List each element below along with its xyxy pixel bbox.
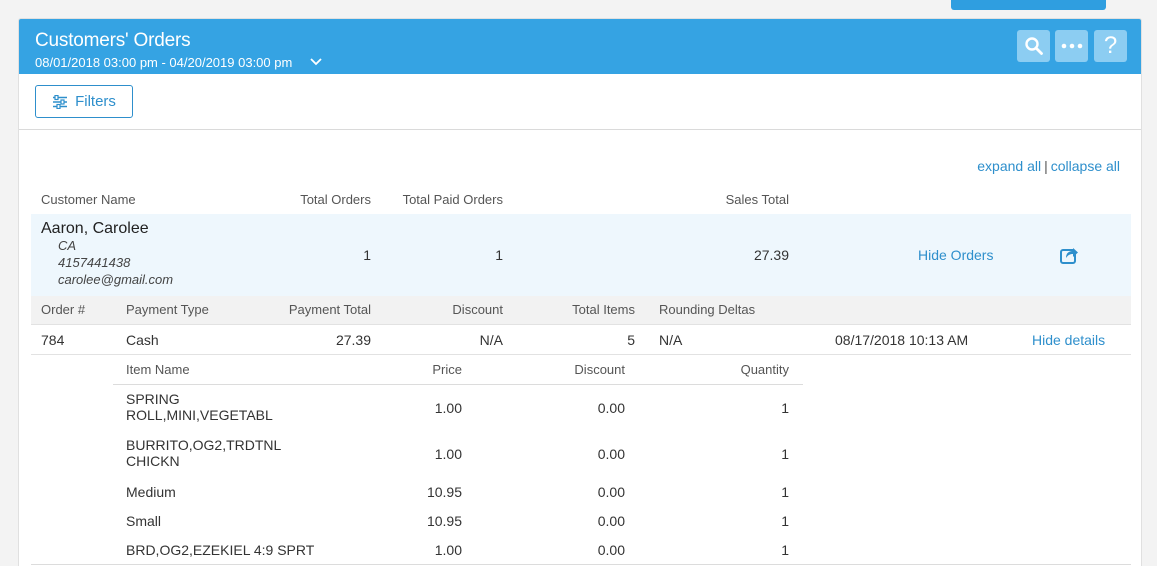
item-price: 1.00: [434, 446, 462, 462]
customers-orders-panel: Customers' Orders 08/01/2018 03:00 pm - …: [18, 18, 1142, 566]
order-payment-type: Cash: [126, 332, 159, 348]
col-total-items[interactable]: Total Items: [572, 302, 635, 317]
customer-total-paid-orders: 1: [495, 247, 503, 263]
item-discount: 0.00: [597, 484, 625, 500]
search-icon: [1024, 37, 1043, 55]
col-total-orders[interactable]: Total Orders: [300, 192, 371, 207]
item-price: 10.95: [426, 484, 462, 500]
item-discount: 0.00: [597, 513, 625, 529]
col-payment-total[interactable]: Payment Total: [289, 302, 371, 317]
collapse-all-link[interactable]: collapse all: [1051, 158, 1120, 174]
customer-email: carolee@gmail.com: [58, 272, 174, 287]
item-name: Small: [126, 513, 162, 529]
toolbar-divider: [19, 129, 1141, 130]
order-total-items: 5: [627, 332, 635, 348]
top-action-button[interactable]: [951, 0, 1106, 10]
item-quantity: 1: [781, 400, 789, 416]
col-order-number[interactable]: Order #: [41, 302, 85, 317]
col-discount[interactable]: Discount: [452, 302, 503, 317]
order-discount: N/A: [479, 332, 503, 348]
more-icon: [1061, 43, 1082, 49]
search-button[interactable]: [1017, 30, 1050, 62]
item-discount: 0.00: [597, 400, 625, 416]
order-datetime: 08/17/2018 10:13 AM: [835, 332, 969, 348]
item-discount: 0.00: [597, 542, 625, 558]
col-item-discount[interactable]: Discount: [574, 362, 625, 377]
link-separator: |: [1044, 158, 1048, 174]
item-name: SPRING ROLL,MINI,VEGETABL: [126, 391, 273, 423]
help-icon: ?: [1103, 32, 1118, 59]
item-name: BRD,OG2,EZEKIEL 4:9 SPRT: [126, 542, 315, 558]
item-quantity: 1: [781, 513, 789, 529]
item-quantity: 1: [781, 446, 789, 462]
expand-all-link[interactable]: expand all: [977, 158, 1041, 174]
help-button[interactable]: ?: [1094, 30, 1127, 62]
col-item-quantity[interactable]: Quantity: [741, 362, 789, 377]
page-title: Customers' Orders: [35, 30, 191, 51]
item-header-divider: [113, 384, 803, 385]
order-number: 784: [41, 332, 65, 348]
item-price: 10.95: [426, 513, 462, 529]
order-rounding-deltas: N/A: [659, 332, 683, 348]
col-total-paid-orders[interactable]: Total Paid Orders: [403, 192, 503, 207]
share-icon[interactable]: [1059, 245, 1079, 265]
item-discount: 0.00: [597, 446, 625, 462]
hide-details-link[interactable]: Hide details: [1032, 332, 1105, 348]
panel-header: Customers' Orders 08/01/2018 03:00 pm - …: [19, 19, 1141, 74]
chevron-down-icon[interactable]: [309, 55, 323, 69]
customer-phone: 4157441438: [58, 255, 131, 270]
col-customer-name[interactable]: Customer Name: [41, 192, 136, 207]
col-rounding-deltas[interactable]: Rounding Deltas: [659, 302, 755, 317]
item-name: BURRITO,OG2,TRDTNL CHICKN: [126, 437, 281, 469]
item-price: 1.00: [434, 542, 462, 558]
item-quantity: 1: [781, 542, 789, 558]
order-row-divider: [31, 354, 1131, 355]
col-payment-type[interactable]: Payment Type: [126, 302, 209, 317]
table-bottom-divider: [31, 564, 1131, 565]
filters-icon: [53, 94, 68, 109]
col-item-price[interactable]: Price: [432, 362, 462, 377]
customer-sales-total: 27.39: [753, 247, 789, 263]
order-payment-total: 27.39: [335, 332, 371, 348]
item-price: 1.00: [434, 400, 462, 416]
customer-total-orders: 1: [363, 247, 371, 263]
hide-orders-link[interactable]: Hide Orders: [918, 247, 993, 263]
filters-button[interactable]: Filters: [35, 85, 133, 118]
item-quantity: 1: [781, 484, 789, 500]
item-name: Medium: [126, 484, 176, 500]
col-sales-total[interactable]: Sales Total: [726, 192, 789, 207]
expand-collapse-links: expand all | collapse all: [977, 158, 1120, 174]
col-item-name[interactable]: Item Name: [126, 362, 190, 377]
date-range[interactable]: 08/01/2018 03:00 pm - 04/20/2019 03:00 p…: [35, 55, 292, 70]
customer-state: CA: [58, 238, 77, 253]
filters-label: Filters: [75, 93, 116, 110]
more-button[interactable]: [1055, 30, 1088, 62]
customer-name: Aaron, Carolee: [41, 220, 149, 237]
